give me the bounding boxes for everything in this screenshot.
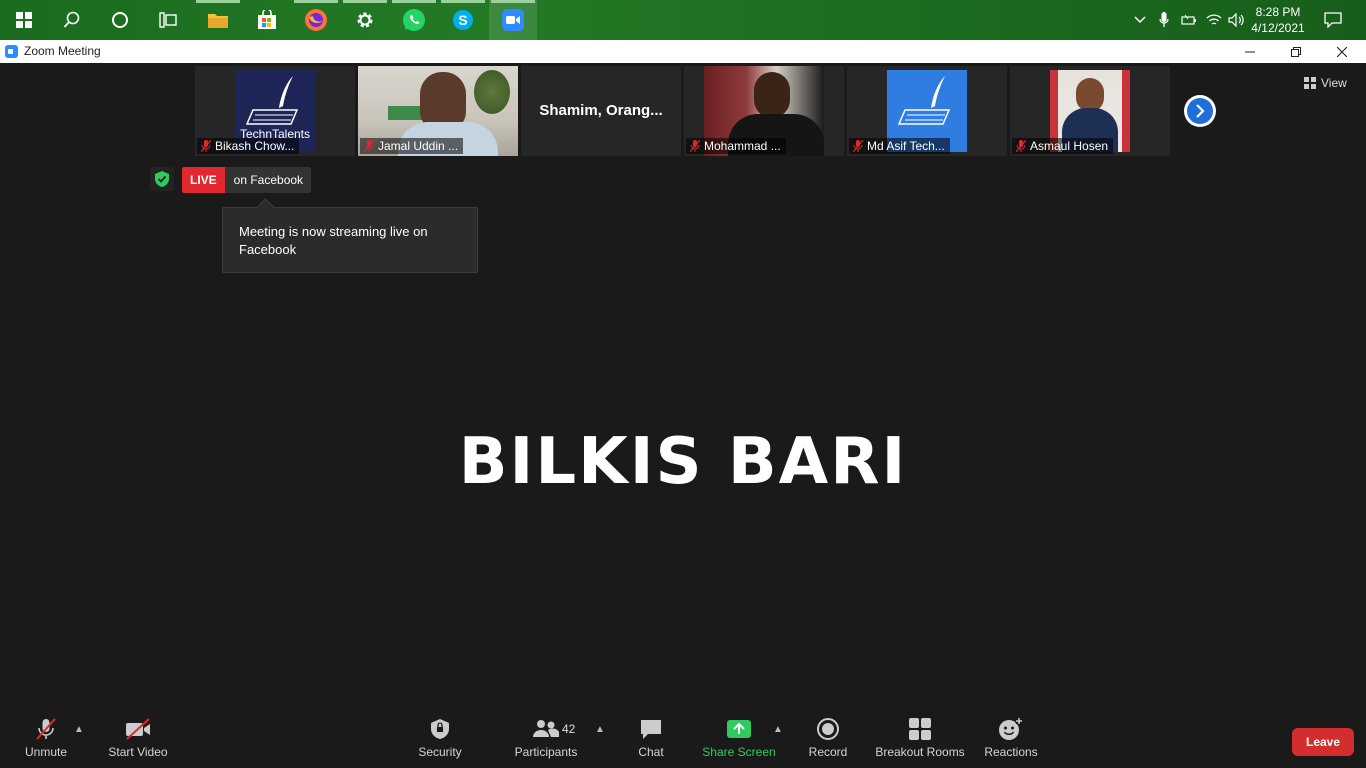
muted-microphone-icon [34, 716, 58, 742]
muted-mic-icon [364, 140, 374, 152]
record-button[interactable]: Record [778, 716, 878, 759]
windows-taskbar: S 8:28 PM 4/12/2021 [0, 0, 1366, 40]
audio-options-caret-icon[interactable]: ▲ [74, 724, 84, 735]
participant-name: Jamal Uddin ... [378, 139, 459, 153]
encryption-shield-icon[interactable] [150, 167, 174, 191]
microphone-tray-icon[interactable] [1156, 0, 1172, 40]
participant-name-label: Mohammad ... [686, 138, 786, 154]
video-off-icon [124, 716, 152, 742]
share-screen-label: Share Screen [702, 745, 776, 759]
meeting-area: TechnTalents Bikash Chow... Jamal Uddin … [0, 63, 1366, 768]
unmute-label: Unmute [24, 745, 68, 759]
search-icon[interactable] [48, 0, 96, 40]
volume-icon[interactable] [1228, 0, 1246, 40]
security-label: Security [418, 745, 462, 759]
wifi-icon[interactable] [1205, 0, 1223, 40]
plant-decoration [474, 70, 510, 114]
participants-label: Participants [514, 745, 578, 759]
window-title: Zoom Meeting [24, 44, 101, 58]
participant-tile[interactable]: Shamim, Orang... [521, 66, 681, 156]
tray-overflow-chevron-icon[interactable] [1132, 0, 1148, 40]
system-clock[interactable]: 8:28 PM 4/12/2021 [1248, 4, 1308, 36]
participant-tile[interactable]: Asmaul Hosen [1010, 66, 1170, 156]
task-view-icon[interactable] [144, 0, 192, 40]
muted-mic-icon [201, 140, 211, 152]
minimize-button[interactable] [1227, 40, 1273, 63]
chat-button[interactable]: Chat [601, 716, 701, 759]
file-explorer-icon[interactable] [194, 0, 242, 40]
participants-count: 42 [562, 722, 576, 736]
start-video-button[interactable]: Start Video [88, 716, 188, 759]
chevron-right-icon [1187, 98, 1213, 124]
clock-time: 8:28 PM [1255, 5, 1301, 19]
security-button[interactable]: Security [390, 716, 490, 759]
live-platform-label: on Facebook [233, 173, 304, 187]
person-head [754, 72, 790, 118]
participant-tile[interactable]: Mohammad ... [684, 66, 844, 156]
share-screen-icon [727, 716, 751, 742]
record-label: Record [808, 745, 848, 759]
participant-tile[interactable]: Md Asif Tech... [847, 66, 1007, 156]
clock-date: 4/12/2021 [1251, 21, 1305, 35]
reactions-label: Reactions [984, 745, 1038, 759]
windows-start-icon[interactable] [0, 0, 48, 40]
breakout-rooms-button[interactable]: Breakout Rooms [870, 716, 970, 759]
participant-name-label: Bikash Chow... [197, 138, 300, 154]
firefox-icon[interactable] [292, 0, 340, 40]
participant-name: Asmaul Hosen [1030, 139, 1109, 153]
svg-text:S: S [458, 12, 467, 28]
participant-tile[interactable]: TechnTalents Bikash Chow... [195, 66, 355, 156]
window-titlebar: Zoom Meeting [0, 40, 1366, 63]
live-stream-tooltip: Meeting is now streaming live on Faceboo… [222, 207, 478, 273]
participant-name-label: Asmaul Hosen [1012, 138, 1114, 154]
restore-button[interactable] [1273, 40, 1319, 63]
cortana-icon[interactable] [96, 0, 144, 40]
meeting-toolbar: Unmute ▲ Start Video Security Participan… [0, 706, 1366, 768]
participant-tile[interactable]: Jamal Uddin ... [358, 66, 518, 156]
chat-bubble-icon [639, 716, 663, 742]
participant-name-label: Jamal Uddin ... [360, 138, 464, 154]
chat-label: Chat [638, 745, 664, 759]
microsoft-store-icon[interactable] [243, 0, 291, 40]
photo-background-strip [1122, 70, 1130, 152]
participants-button[interactable]: Participants [496, 716, 596, 759]
muted-mic-icon [1016, 140, 1026, 152]
live-label: LIVE [182, 167, 225, 193]
battery-icon[interactable] [1180, 0, 1198, 40]
notifications-icon[interactable] [1320, 0, 1346, 40]
whatsapp-icon[interactable] [390, 0, 438, 40]
grid-view-icon [1304, 77, 1316, 89]
muted-mic-icon [853, 140, 863, 152]
close-button[interactable] [1319, 40, 1365, 63]
shield-icon [430, 716, 450, 742]
next-page-button[interactable] [1184, 95, 1216, 127]
breakout-rooms-icon [909, 716, 931, 742]
participant-name: Mohammad ... [704, 139, 781, 153]
view-label: View [1321, 76, 1347, 90]
unmute-button[interactable]: Unmute [0, 716, 96, 759]
participant-name: Bikash Chow... [215, 139, 295, 153]
participant-name-label: Md Asif Tech... [849, 138, 950, 154]
settings-gear-icon[interactable] [341, 0, 389, 40]
skype-icon[interactable]: S [439, 0, 487, 40]
participants-icon [533, 716, 559, 742]
start-video-label: Start Video [108, 745, 168, 759]
reactions-smiley-icon [998, 716, 1024, 742]
breakout-rooms-label: Breakout Rooms [875, 745, 965, 759]
record-icon [816, 716, 840, 742]
muted-mic-icon [690, 140, 700, 152]
active-speaker-name: BILKIS BARI [458, 425, 908, 499]
share-screen-button[interactable]: Share Screen [689, 716, 789, 759]
person-head [1076, 78, 1104, 112]
zoom-app-icon [5, 45, 18, 58]
live-stream-badge[interactable]: LIVE on Facebook [182, 167, 312, 193]
leave-button[interactable]: Leave [1292, 728, 1354, 756]
zoom-taskbar-icon[interactable] [489, 0, 537, 40]
reactions-button[interactable]: Reactions [961, 716, 1061, 759]
view-button[interactable]: View [1304, 73, 1347, 93]
participant-name: Md Asif Tech... [867, 139, 945, 153]
participant-name: Shamim, Orang... [539, 102, 663, 119]
